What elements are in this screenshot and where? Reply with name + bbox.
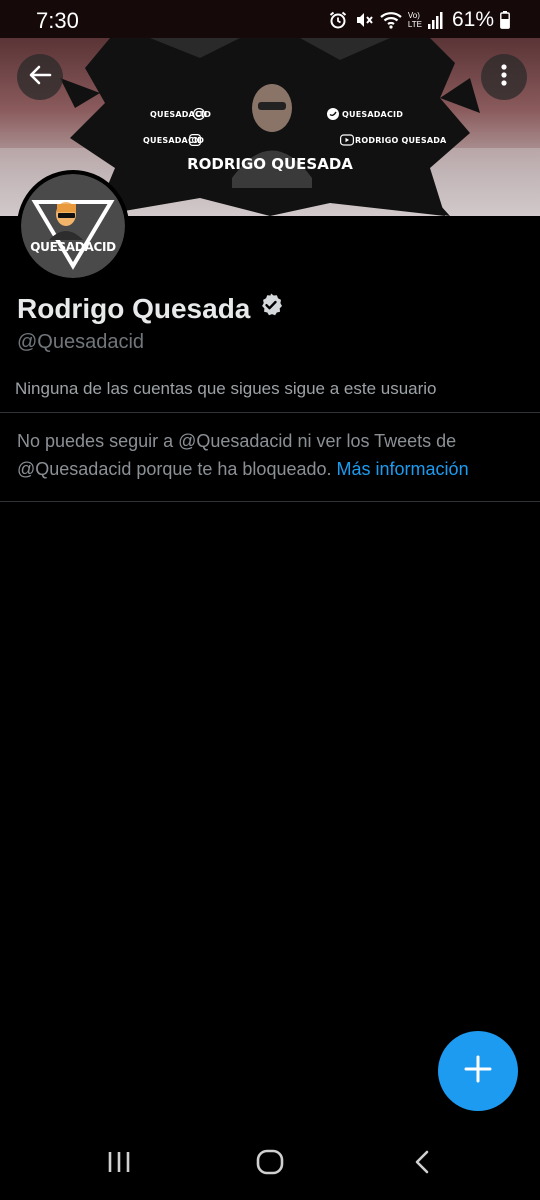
status-bar: 7:30 Vo) LTE 61% [0, 0, 540, 38]
back-icon [413, 1149, 431, 1180]
banner-label-youtube: RODRIGO QUESADA [355, 136, 447, 145]
system-back-button[interactable] [392, 1146, 452, 1182]
verified-badge-icon [258, 292, 284, 325]
wifi-icon [380, 10, 402, 30]
divider [0, 412, 540, 413]
display-name: Rodrigo Quesada [17, 292, 251, 324]
banner-label-twitter: QUESADACID [342, 110, 404, 119]
back-button[interactable] [17, 54, 63, 100]
battery-icon [500, 11, 510, 29]
alarm-icon [328, 10, 348, 30]
blocked-notice: No puedes seguir a @Quesadacid ni ver lo… [17, 427, 527, 483]
profile-name-row: Rodrigo Quesada [17, 292, 284, 325]
home-button[interactable] [240, 1146, 300, 1182]
compose-tweet-button[interactable] [438, 1031, 518, 1111]
followers-you-know[interactable]: Ninguna de las cuentas que sigues sigue … [15, 379, 437, 399]
home-icon [256, 1149, 284, 1180]
avatar-image: QUESADACID [21, 174, 125, 278]
plus-icon [463, 1054, 493, 1089]
profile-screen: 7:30 Vo) LTE 61% QUESADACID QUESADACID Q… [0, 0, 540, 1200]
avatar-text: QUESADACID [30, 240, 116, 254]
more-options-button[interactable] [481, 54, 527, 100]
avatar[interactable]: QUESADACID [17, 170, 129, 282]
battery-percent: 61% [451, 8, 494, 31]
signal-icon [427, 11, 444, 29]
status-time: 7:30 [36, 8, 79, 33]
recents-icon [106, 1150, 132, 1179]
mute-icon [354, 10, 374, 30]
more-vertical-icon [501, 63, 507, 92]
system-nav-bar [0, 1128, 540, 1200]
learn-more-link[interactable]: Más información [337, 459, 469, 479]
recents-button[interactable] [89, 1146, 149, 1182]
status-icons: Vo) LTE 61% [328, 8, 510, 32]
profile-handle: @Quesadacid [17, 331, 145, 353]
divider [0, 501, 540, 502]
arrow-left-icon [27, 62, 53, 93]
network-type: Vo) LTE [407, 11, 422, 29]
